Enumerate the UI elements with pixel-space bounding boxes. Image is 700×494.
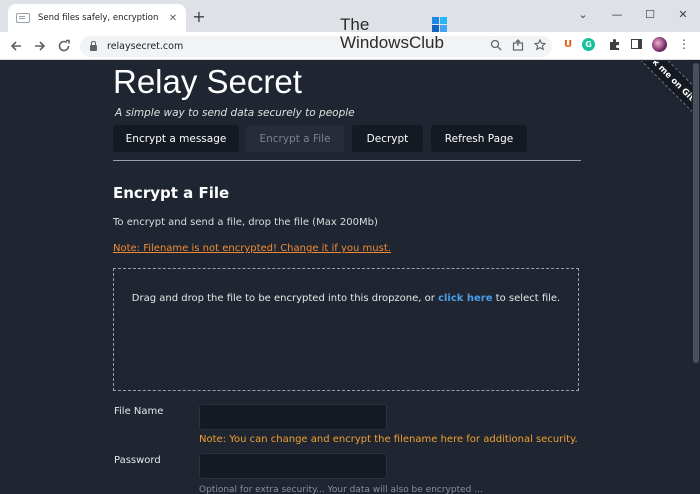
watermark-line2: WindowsClub	[340, 33, 444, 52]
password-hint: Optional for extra security... Your data…	[199, 485, 483, 494]
back-button[interactable]	[8, 38, 24, 54]
file-dropzone[interactable]: Drag and drop the file to be encrypted i…	[113, 268, 579, 391]
kebab-menu-icon[interactable]: ⋮	[678, 36, 690, 52]
dropzone-text-after: to select file.	[492, 293, 561, 304]
file-name-note: Note: You can change and encrypt the fil…	[199, 434, 578, 445]
watermark-text: The WindowsClub	[340, 16, 444, 52]
browser-tab[interactable]: Send files safely, encryption done ✕	[8, 4, 186, 32]
encrypt-message-button[interactable]: Encrypt a message	[113, 125, 239, 152]
file-name-label: File Name	[114, 406, 164, 417]
page-scrollbar[interactable]	[692, 61, 700, 494]
instructions-text: To encrypt and send a file, drop the fil…	[113, 217, 378, 228]
watermark-line1: The	[340, 15, 370, 34]
password-input[interactable]	[199, 453, 387, 479]
file-name-input[interactable]	[199, 404, 387, 430]
extension-grammarly-icon[interactable]: G	[582, 38, 595, 51]
arrow-left-icon	[10, 41, 21, 51]
close-window-button[interactable]: ✕	[666, 0, 700, 28]
section-title: Encrypt a File	[113, 184, 230, 202]
omnibox-actions	[490, 39, 546, 51]
github-ribbon[interactable]: Fork me on GitHub	[625, 61, 700, 131]
watermark-logo-icon	[432, 17, 447, 32]
lock-icon[interactable]	[90, 41, 97, 51]
scrollbar-thumb[interactable]	[693, 63, 699, 363]
reload-button[interactable]	[56, 38, 72, 54]
site-title: Relay Secret	[113, 63, 302, 100]
tab-search-chevron-icon[interactable]: ⌄	[566, 0, 600, 28]
forward-button[interactable]	[32, 38, 48, 54]
dropzone-message: Drag and drop the file to be encrypted i…	[114, 293, 578, 304]
star-icon[interactable]	[534, 39, 546, 51]
tab-title: Send files safely, encryption done	[38, 13, 160, 23]
avatar[interactable]	[652, 37, 667, 52]
puzzle-icon[interactable]	[606, 36, 622, 52]
dropzone-text-before: Drag and drop the file to be encrypted i…	[131, 293, 439, 304]
select-file-link[interactable]: click here	[438, 293, 492, 304]
url-text[interactable]: relaysecret.com	[107, 41, 183, 52]
web-page: Fork me on GitHub Relay Secret A simple …	[0, 61, 700, 494]
reload-icon	[58, 39, 70, 52]
close-tab-icon[interactable]: ✕	[166, 13, 180, 24]
password-label: Password	[114, 455, 161, 466]
divider	[113, 160, 581, 161]
site-tagline: A simple way to send data securely to pe…	[115, 107, 355, 119]
page-favicon-icon	[16, 13, 30, 23]
refresh-page-button[interactable]: Refresh Page	[431, 125, 527, 152]
arrow-right-icon	[35, 41, 46, 51]
side-panel-icon[interactable]	[628, 36, 644, 52]
extension-u-icon[interactable]: U	[560, 36, 576, 52]
address-bar[interactable]: relaysecret.com	[80, 36, 552, 57]
magnify-icon[interactable]	[490, 39, 502, 51]
minimize-window-button[interactable]: —	[600, 0, 634, 28]
filename-note-link[interactable]: Note: Filename is not encrypted! Change …	[113, 243, 391, 254]
decrypt-button[interactable]: Decrypt	[352, 125, 423, 152]
share-icon[interactable]	[512, 39, 524, 51]
encrypt-file-button[interactable]: Encrypt a File	[246, 125, 344, 152]
maximize-window-button[interactable]: ☐	[633, 0, 667, 28]
new-tab-button[interactable]: +	[192, 9, 206, 25]
